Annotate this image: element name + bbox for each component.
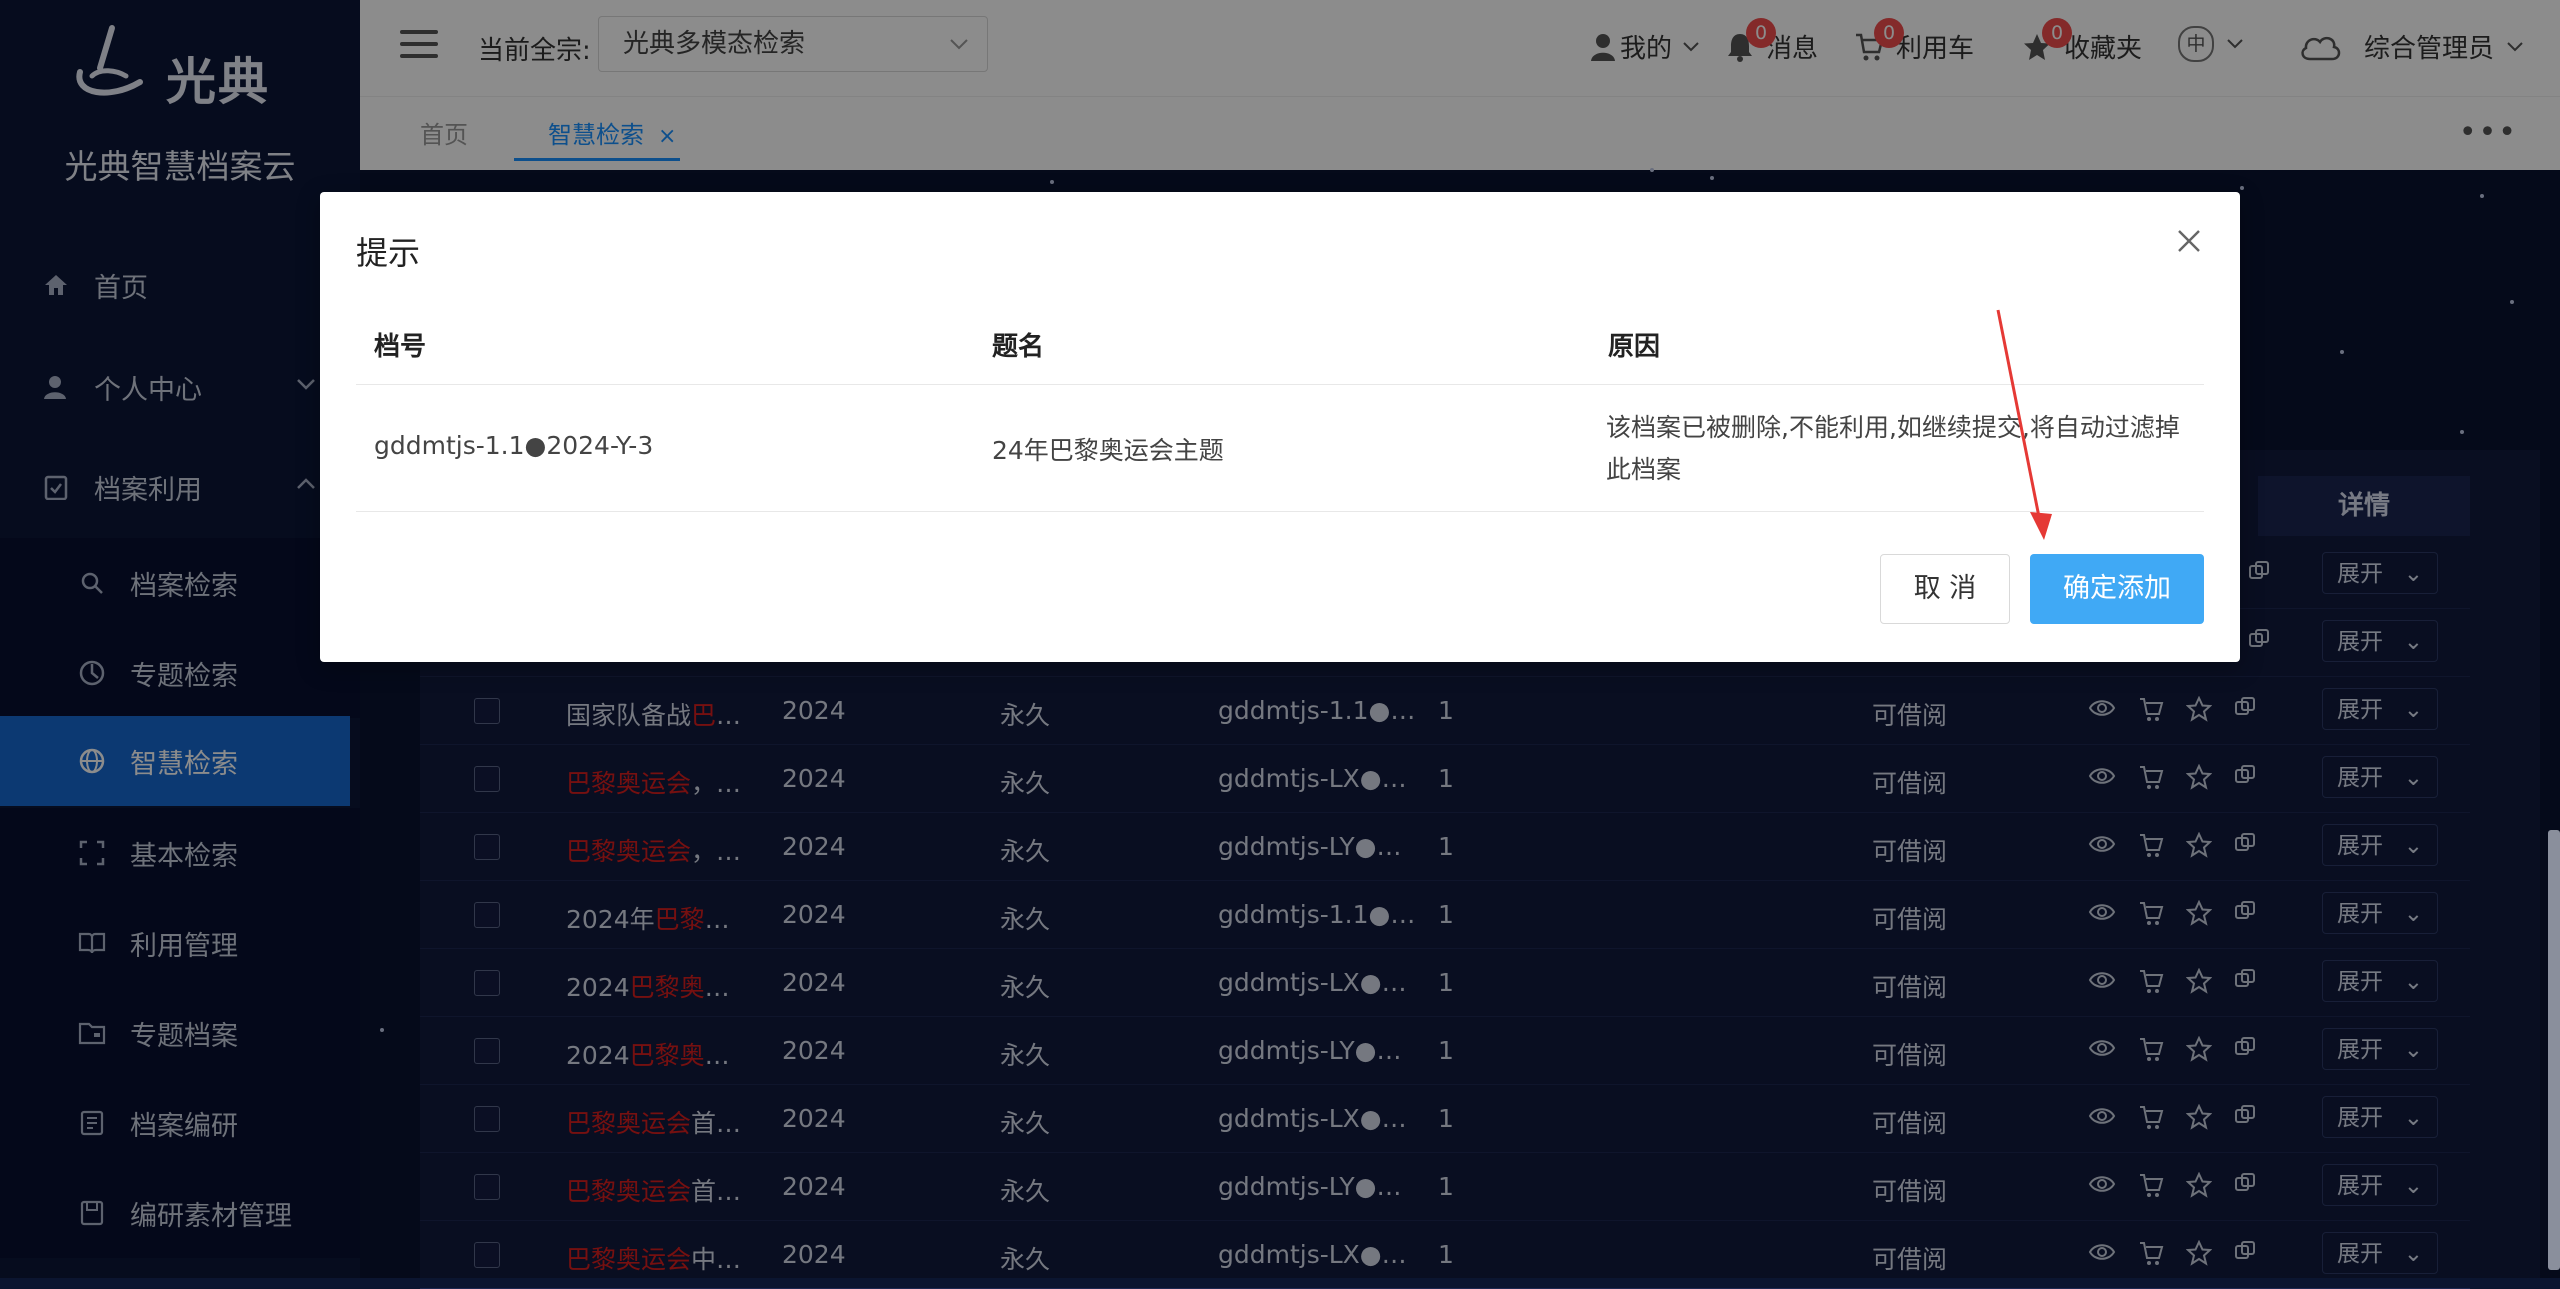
column-name: 题名 (992, 332, 1045, 362)
row-reason: 该档案已被删除,不能利用,如继续提交,将自动过滤掉此档案 (1606, 413, 2180, 484)
dialog-title: 提示 (356, 234, 421, 272)
column-code: 档号 (374, 332, 427, 362)
prompt-dialog: 提示 档号 题名 原因 gddmtjs-1.1●2024-Y-3 24年巴黎奥运… (320, 192, 2240, 662)
row-code: gddmtjs-1.1●2024-Y-3 (374, 431, 654, 460)
dialog-table: 档号 题名 原因 gddmtjs-1.1●2024-Y-3 24年巴黎奥运会主题… (356, 304, 2204, 512)
dialog-table-row: gddmtjs-1.1●2024-Y-3 24年巴黎奥运会主题 该档案已被删除,… (356, 385, 2204, 512)
dialog-table-header: 档号 题名 原因 (356, 304, 2204, 385)
scrollbar[interactable] (2548, 830, 2560, 1270)
column-reason: 原因 (1608, 332, 1661, 362)
close-icon[interactable] (2176, 228, 2202, 254)
row-name: 24年巴黎奥运会主题 (992, 436, 1224, 465)
cancel-button[interactable]: 取 消 (1880, 554, 2010, 624)
confirm-add-button[interactable]: 确定添加 (2030, 554, 2204, 624)
